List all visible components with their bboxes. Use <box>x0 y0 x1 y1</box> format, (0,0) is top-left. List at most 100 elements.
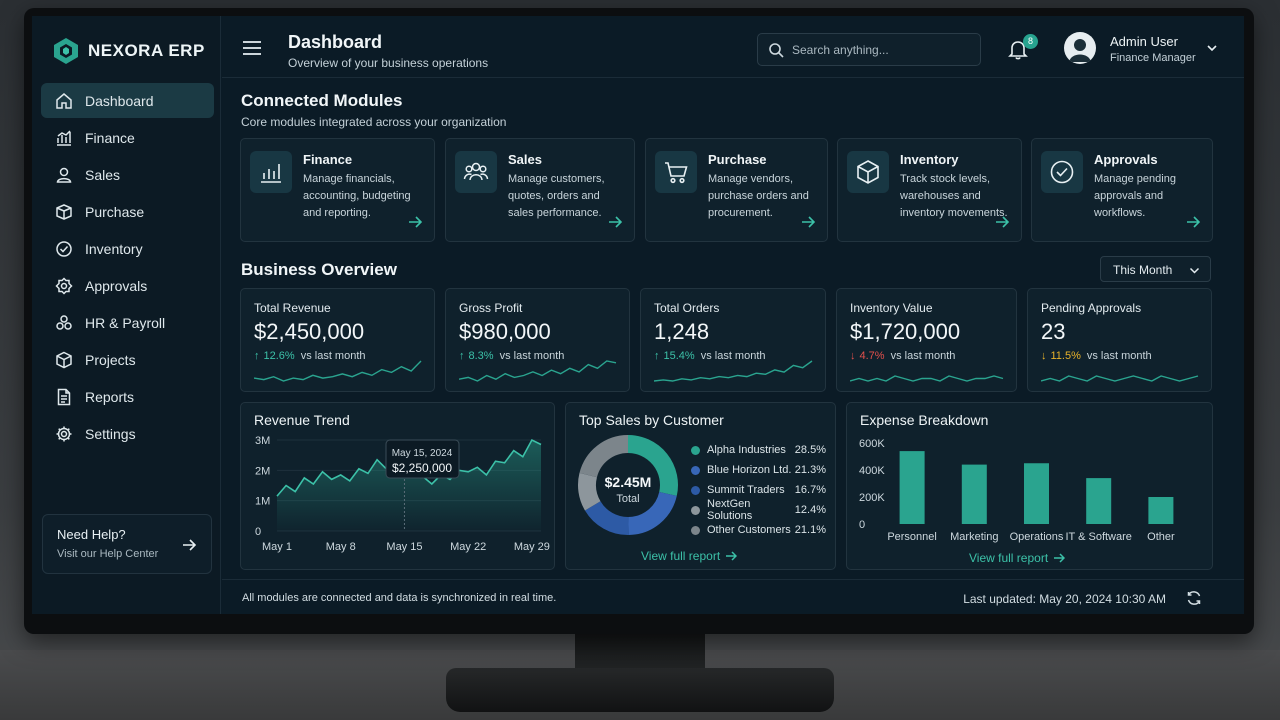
x-tick-label: May 1 <box>262 541 292 553</box>
check-circle-icon <box>1050 160 1074 184</box>
sidebar-item-label: Dashboard <box>85 92 154 109</box>
donut-slice <box>584 500 629 535</box>
user-icon <box>56 167 72 183</box>
user-menu[interactable]: Admin User Finance Manager <box>1064 30 1224 68</box>
expense-view-report-link[interactable]: View full report <box>969 551 1066 565</box>
gear-icon <box>56 426 72 441</box>
legend-swatch <box>691 485 700 495</box>
kpi-value: $980,000 <box>459 319 551 344</box>
top-sales-view-report-link[interactable]: View full report <box>641 549 738 563</box>
status-footer: All modules are connected and data is sy… <box>222 579 1244 614</box>
module-card-inventory[interactable]: Inventory Track stock levels, warehouses… <box>837 138 1022 242</box>
chevron-down-icon <box>1207 45 1217 52</box>
expense-bar <box>1086 478 1112 524</box>
legend-percent: 16.7% <box>794 484 826 496</box>
module-card-sales[interactable]: Sales Manage customers, quotes, orders a… <box>445 138 635 242</box>
module-card-purchase[interactable]: Purchase Manage vendors, purchase orders… <box>645 138 828 242</box>
kpi-value: 1,248 <box>654 319 710 344</box>
team-icon <box>56 314 72 330</box>
x-tick-label: Operations <box>1010 531 1064 543</box>
tooltip-date: May 15, 2024 <box>392 448 453 459</box>
sidebar-item-settings[interactable]: Settings <box>41 416 214 451</box>
tooltip-value: $2,250,000 <box>392 461 452 475</box>
y-tick-label: 0 <box>859 519 865 531</box>
arrow-right-icon <box>609 216 622 228</box>
module-card-finance[interactable]: Finance Manage financials, accounting, b… <box>240 138 435 242</box>
donut-slice <box>578 472 601 511</box>
kpi-card[interactable]: Total Revenue $2,450,000 ↑ 12.6% vs last mon… <box>240 288 435 392</box>
sidebar-item-label: Sales <box>85 166 121 183</box>
module-icon-box <box>847 151 889 193</box>
legend-label: NextGen Solutions <box>707 498 753 522</box>
sync-status-text: All modules are connected and data is sy… <box>242 592 557 604</box>
modules-subtitle: Core modules integrated across your orga… <box>241 115 507 129</box>
kpi-card[interactable]: Inventory Value $1,720,000 ↓ 4.7% vs last mo… <box>836 288 1017 392</box>
sidebar-item-finance[interactable]: Finance <box>41 120 214 155</box>
search-icon <box>769 42 784 58</box>
kpi-sparkline <box>459 360 617 382</box>
revenue-trend-panel: Revenue Trend 3M 2M 1M 0 May 1 May 8 May 15 May… <box>240 402 555 570</box>
y-tick-label: 2M <box>255 465 270 477</box>
kpi-card[interactable]: Pending Approvals 23 ↓ 11.5% vs last month <box>1027 288 1212 392</box>
legend-swatch <box>691 465 700 475</box>
expense-bar <box>961 464 987 524</box>
legend-label: Other Customers <box>707 524 791 536</box>
sidebar-item-sales[interactable]: Sales <box>41 157 214 192</box>
arrow-right-icon <box>726 551 738 561</box>
module-title: Finance <box>303 152 353 167</box>
sidebar-item-purchase[interactable]: Purchase <box>41 194 214 229</box>
search-input[interactable] <box>792 42 972 57</box>
legend-percent: 12.4% <box>794 504 826 516</box>
sidebar-item-reports[interactable]: Reports <box>41 379 214 414</box>
y-tick-label: 0 <box>255 526 261 538</box>
module-title: Approvals <box>1094 152 1158 167</box>
sidebar-item-hr-payroll[interactable]: HR & Payroll <box>41 305 214 340</box>
search-box[interactable] <box>757 33 981 66</box>
sidebar-item-label: Finance <box>85 129 135 146</box>
user-name: Admin User <box>1110 34 1178 49</box>
donut-slice <box>579 435 629 478</box>
legend-label: Blue Horizon Ltd. <box>707 464 792 476</box>
period-select-value: This Month <box>1113 263 1173 277</box>
legend-label: Alpha Industries <box>707 444 786 456</box>
kpi-label: Pending Approvals <box>1041 301 1142 315</box>
x-tick-label: Other <box>1147 531 1175 543</box>
sidebar-item-projects[interactable]: Projects <box>41 342 214 377</box>
kpi-sparkline <box>654 360 813 382</box>
cart-icon <box>665 162 688 184</box>
sidebar-item-approvals[interactable]: Approvals <box>41 268 214 303</box>
modules-title: Connected Modules <box>241 91 403 110</box>
legend-item: NextGen Solutions 12.4% <box>691 498 826 522</box>
sidebar-item-dashboard[interactable]: Dashboard <box>41 83 214 118</box>
screen: NEXORA ERP Dashboard Finance Sales Purch… <box>32 16 1244 614</box>
x-tick-label: May 8 <box>326 541 356 553</box>
kpi-value: $1,720,000 <box>850 319 961 344</box>
legend-percent: 21.1% <box>794 524 826 536</box>
sidebar: NEXORA ERP Dashboard Finance Sales Purch… <box>32 16 221 614</box>
last-updated-text: Last updated: May 20, 2024 10:30 AM <box>963 592 1166 606</box>
top-sales-panel: Top Sales by Customer $2.45M Total Alpha … <box>565 402 836 570</box>
user-role: Finance Manager <box>1110 52 1196 64</box>
help-center-card[interactable]: Need Help? Visit our Help Center <box>42 514 212 574</box>
kpi-card[interactable]: Gross Profit $980,000 ↑ 8.3% vs last month <box>445 288 630 392</box>
sidebar-item-label: Reports <box>85 388 135 405</box>
y-tick-label: 1M <box>255 496 270 508</box>
module-card-approvals[interactable]: Approvals Manage pending approvals and w… <box>1031 138 1213 242</box>
kpi-sparkline <box>254 360 422 382</box>
sidebar-item-inventory[interactable]: Inventory <box>41 231 214 266</box>
arrow-right-icon <box>409 216 422 228</box>
period-select[interactable]: This Month <box>1100 256 1211 282</box>
cube-icon <box>56 351 72 368</box>
hamburger-menu-icon[interactable] <box>242 40 262 56</box>
overview-title: Business Overview <box>241 260 397 279</box>
sidebar-item-label: HR & Payroll <box>85 314 166 331</box>
kpi-card[interactable]: Total Orders 1,248 ↑ 15.4% vs last month <box>640 288 826 392</box>
legend-item: Blue Horizon Ltd. 21.3% <box>691 460 826 480</box>
logo[interactable]: NEXORA ERP <box>52 36 205 66</box>
legend-percent: 21.3% <box>794 464 826 476</box>
top-sales-donut-chart: $2.45M Total <box>578 435 678 535</box>
box-icon <box>56 203 72 220</box>
refresh-icon[interactable] <box>1186 590 1202 606</box>
module-title: Sales <box>508 152 542 167</box>
kpi-value: $2,450,000 <box>254 319 365 344</box>
